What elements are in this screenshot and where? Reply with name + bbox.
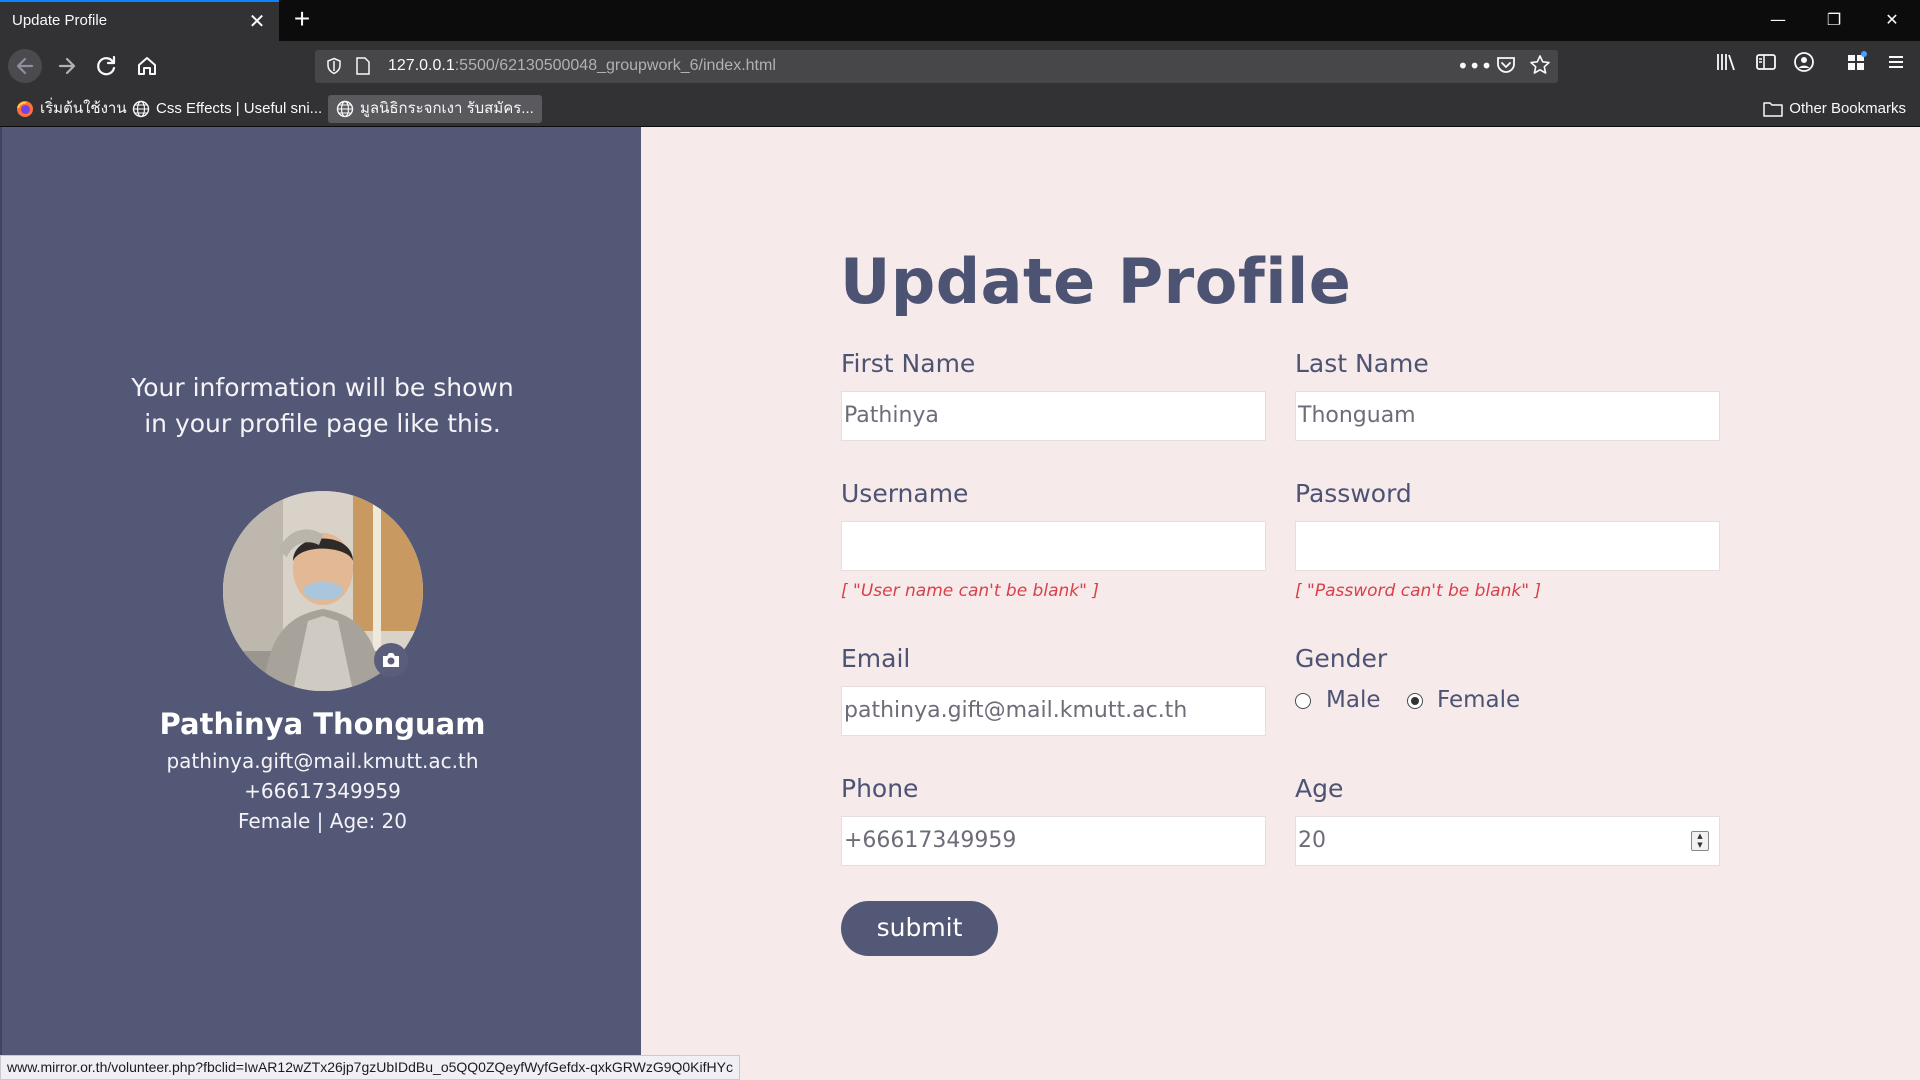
bookmark-star-icon[interactable] xyxy=(1527,54,1553,80)
minimize-icon[interactable]: — xyxy=(1750,0,1806,41)
gender-male-label[interactable]: Male xyxy=(1326,687,1380,713)
restore-icon[interactable]: ❐ xyxy=(1806,0,1862,41)
tab-title: Update Profile xyxy=(12,12,108,29)
firefox-icon xyxy=(17,101,33,117)
address-bar[interactable]: 127.0.0.1:5500/62130500048_groupwork_6/i… xyxy=(315,50,1558,83)
preview-intro: Your information will be shown in your p… xyxy=(2,370,643,442)
age-value: 20 xyxy=(1298,828,1326,853)
stepper-down-icon[interactable]: ▼ xyxy=(1692,841,1708,850)
submit-button[interactable]: submit xyxy=(841,901,998,956)
email-input[interactable]: pathinya.gift@mail.kmutt.ac.th xyxy=(841,686,1266,736)
bookmarks-toolbar: เริ่มต้นใช้งาน Css Effects | Useful sni.… xyxy=(0,91,1920,127)
form-title: Update Profile xyxy=(840,245,1352,318)
reload-icon xyxy=(97,55,116,76)
sidebar-toggle-icon[interactable] xyxy=(1750,50,1782,82)
profile-preview-panel: Your information will be shown in your p… xyxy=(0,127,641,1080)
gender-male-radio[interactable] xyxy=(1295,693,1311,709)
status-bar-url: www.mirror.or.th/volunteer.php?fbclid=Iw… xyxy=(0,1055,740,1080)
library-glyph xyxy=(1717,54,1735,71)
home-icon xyxy=(138,57,156,75)
phone-input[interactable]: +66617349959 xyxy=(841,816,1266,866)
stepper-up-icon[interactable]: ▲ xyxy=(1692,832,1708,841)
shield-icon[interactable] xyxy=(325,57,343,75)
password-input[interactable] xyxy=(1295,521,1720,571)
username-label: Username xyxy=(841,479,969,508)
bookmark-css-effects[interactable]: Css Effects | Useful sni... xyxy=(124,95,330,123)
email-label: Email xyxy=(841,644,911,673)
close-window-icon[interactable]: ✕ xyxy=(1864,0,1920,41)
tab-strip: Update Profile ✕ + — ❐ ✕ xyxy=(0,0,1920,41)
first-name-label: First Name xyxy=(841,349,976,378)
url-text[interactable]: 127.0.0.1:5500/62130500048_groupwork_6/i… xyxy=(388,57,776,75)
gender-label: Gender xyxy=(1295,644,1388,673)
back-button[interactable] xyxy=(8,49,42,83)
preview-email: pathinya.gift@mail.kmutt.ac.th xyxy=(166,749,479,773)
forward-button[interactable] xyxy=(50,49,84,83)
menu-icon[interactable] xyxy=(1880,50,1912,82)
gender-female-radio[interactable] xyxy=(1407,693,1423,709)
gender-female-label[interactable]: Female xyxy=(1437,687,1520,713)
password-label: Password xyxy=(1295,479,1412,508)
page-actions-icon[interactable]: ••• xyxy=(1457,54,1492,80)
username-input[interactable] xyxy=(841,521,1266,571)
home-button[interactable] xyxy=(130,49,164,83)
other-bookmarks-button[interactable]: Other Bookmarks xyxy=(1763,95,1906,123)
username-error: [ "User name can't be blank" ] xyxy=(841,581,1099,601)
preview-intro-line1: Your information will be shown xyxy=(131,373,514,402)
age-label: Age xyxy=(1295,774,1344,803)
preview-name: Pathinya Thonguam xyxy=(159,707,486,741)
navigation-bar: 127.0.0.1:5500/62130500048_groupwork_6/i… xyxy=(0,41,1920,91)
extensions-icon[interactable] xyxy=(1840,50,1872,82)
url-host: 127.0.0.1 xyxy=(388,57,455,74)
bookmark-label: เริ่มต้นใช้งาน xyxy=(40,100,127,117)
other-bookmarks-label: Other Bookmarks xyxy=(1789,100,1906,117)
password-error: [ "Password can't be blank" ] xyxy=(1295,581,1542,601)
sidebar-glyph xyxy=(1756,54,1776,70)
bookmark-getting-started[interactable]: เริ่มต้นใช้งาน xyxy=(8,95,135,123)
phone-label: Phone xyxy=(841,774,919,803)
preview-phone: +66617349959 xyxy=(244,779,401,803)
bookmark-label: Css Effects | Useful sni... xyxy=(156,100,323,117)
bookmark-label: มูลนิธิกระจกเงา รับสมัคร... xyxy=(360,100,534,117)
star-glyph xyxy=(1530,55,1550,74)
reload-button[interactable] xyxy=(90,49,124,83)
globe-icon xyxy=(336,100,354,118)
first-name-input[interactable]: Pathinya xyxy=(841,391,1266,441)
camera-icon[interactable] xyxy=(374,643,408,677)
page-icon[interactable] xyxy=(355,57,371,75)
tab-update-profile[interactable]: Update Profile ✕ xyxy=(0,0,279,41)
pocket-glyph xyxy=(1497,57,1515,73)
close-tab-icon[interactable]: ✕ xyxy=(245,9,269,33)
account-icon[interactable] xyxy=(1788,50,1820,82)
library-icon[interactable] xyxy=(1710,50,1742,82)
preview-gender-age: Female | Age: 20 xyxy=(238,809,407,833)
age-input[interactable]: 20 ▲ ▼ xyxy=(1295,816,1720,866)
last-name-input[interactable]: Thonguam xyxy=(1295,391,1720,441)
new-tab-button[interactable]: + xyxy=(288,5,316,34)
pocket-icon[interactable] xyxy=(1493,54,1519,80)
age-stepper[interactable]: ▲ ▼ xyxy=(1691,831,1709,851)
back-arrow-icon xyxy=(16,57,34,75)
account-glyph xyxy=(1794,52,1814,72)
last-name-label: Last Name xyxy=(1295,349,1429,378)
url-path: :5500/62130500048_groupwork_6/index.html xyxy=(454,57,776,74)
extensions-glyph xyxy=(1848,51,1867,70)
forward-arrow-icon xyxy=(58,57,76,75)
preview-intro-line2: in your profile page like this. xyxy=(144,409,501,438)
camera-glyph xyxy=(383,653,399,667)
globe-icon xyxy=(132,100,150,118)
bookmark-mirror-foundation[interactable]: มูลนิธิกระจกเงา รับสมัคร... xyxy=(328,95,542,123)
page-content: Your information will be shown in your p… xyxy=(0,127,1920,1080)
folder-icon xyxy=(1763,102,1784,117)
hamburger-glyph xyxy=(1889,56,1903,68)
